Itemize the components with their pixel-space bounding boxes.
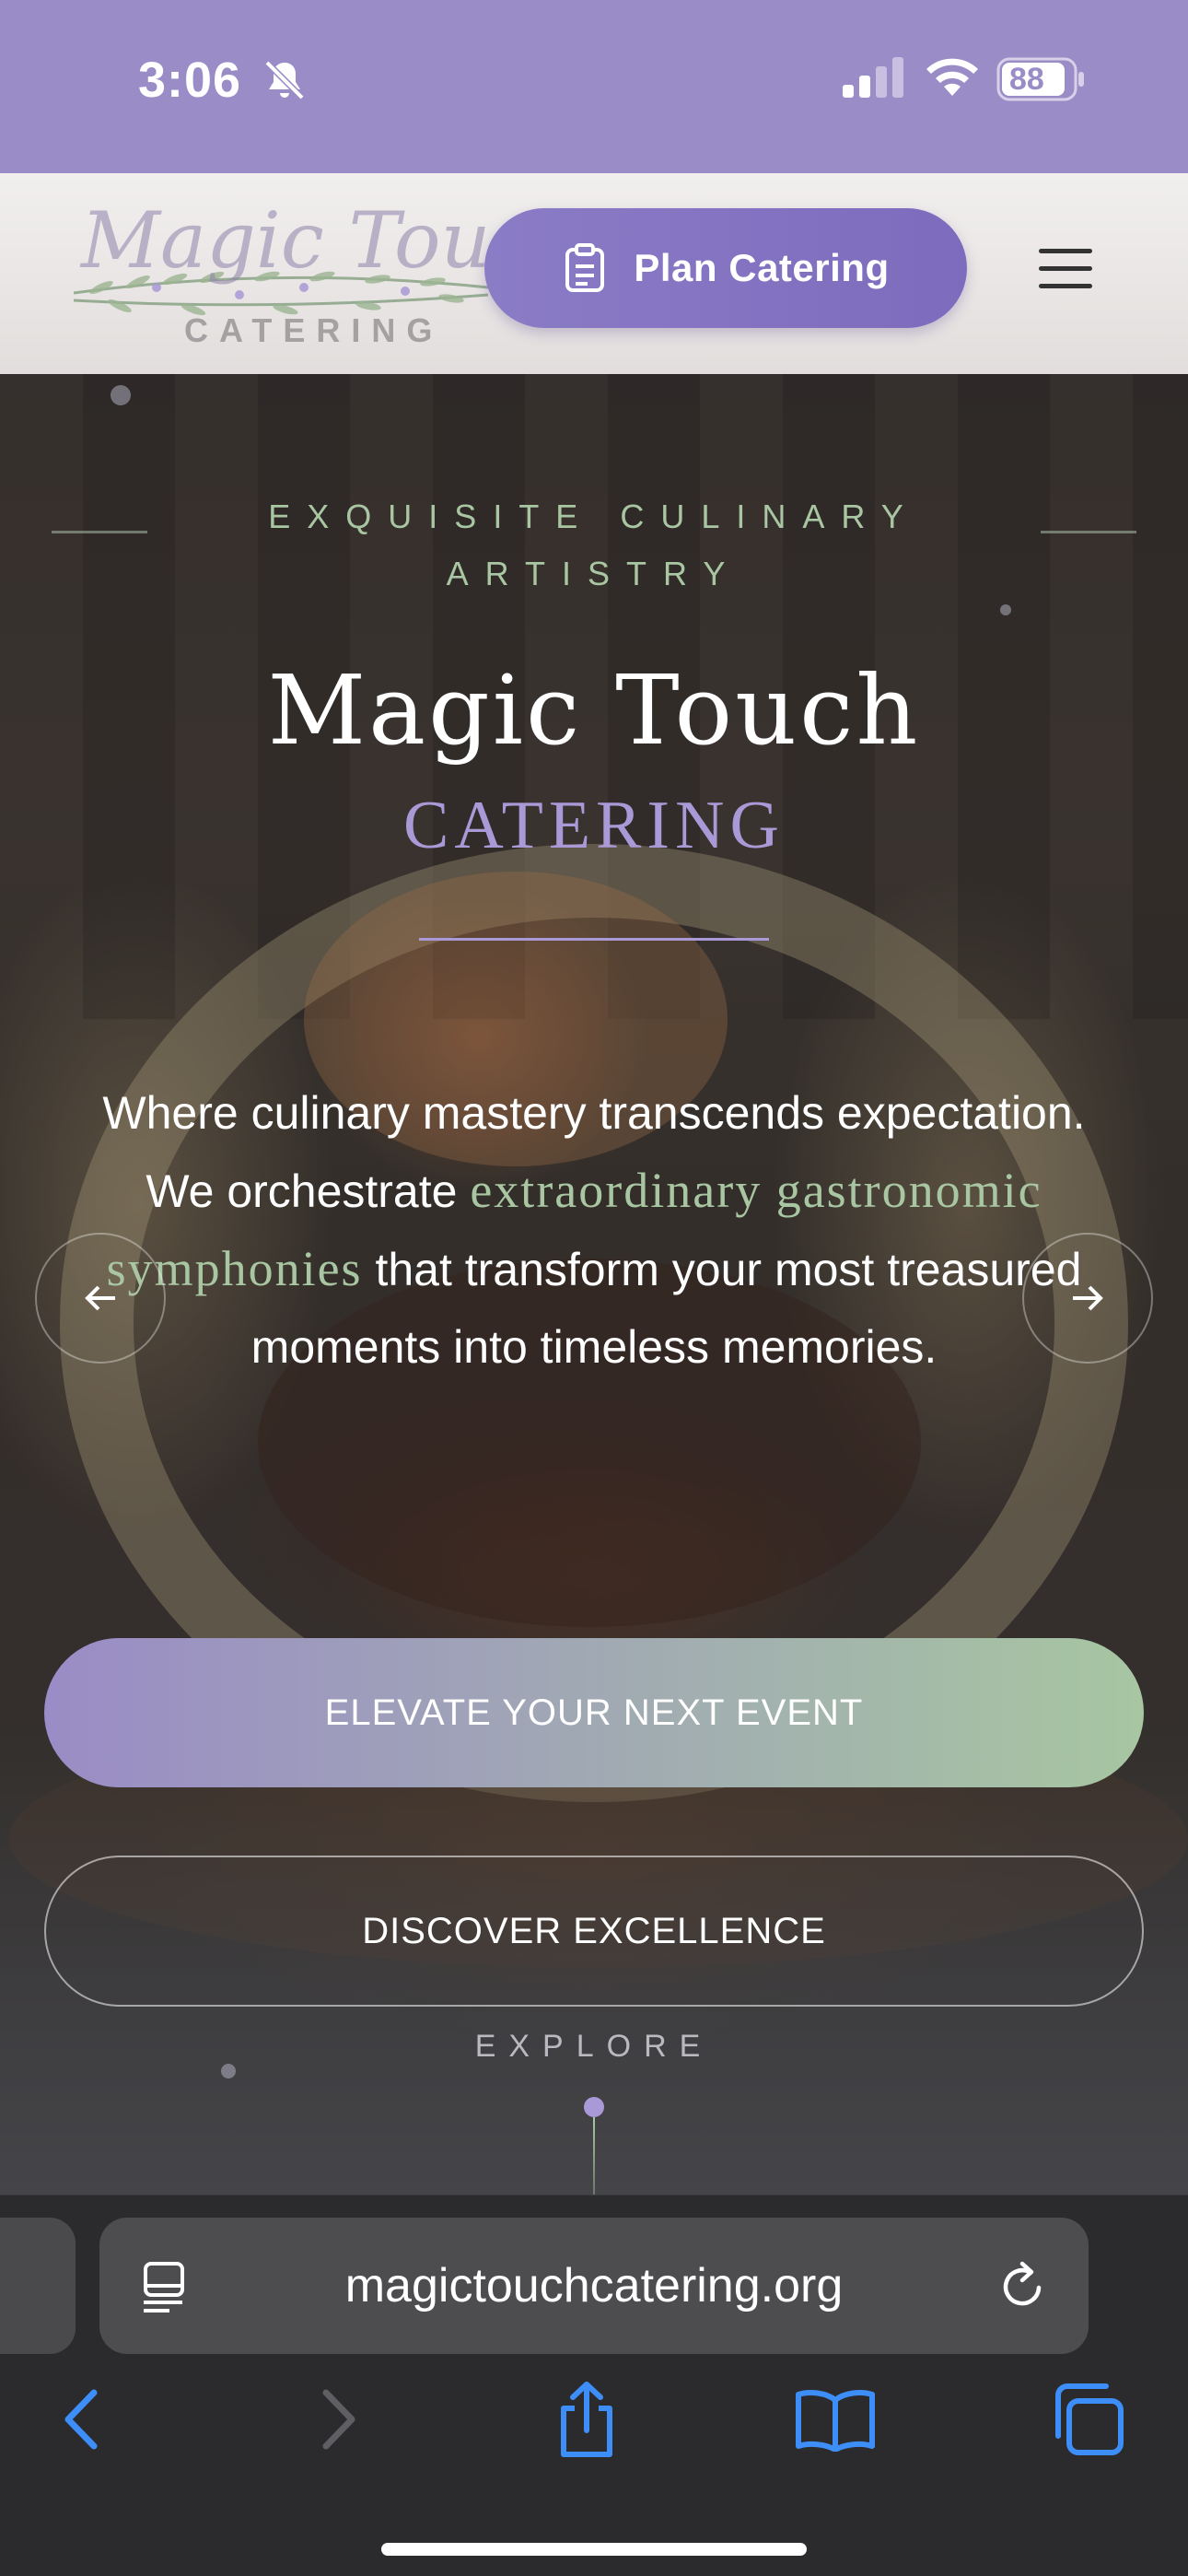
signal-icon bbox=[843, 57, 903, 98]
battery-icon: 88 bbox=[996, 57, 1087, 101]
forward-button[interactable] bbox=[311, 2381, 367, 2458]
title-divider bbox=[419, 938, 769, 941]
clipboard-icon bbox=[565, 243, 605, 292]
tabs-icon bbox=[1055, 2383, 1124, 2455]
back-button[interactable] bbox=[53, 2381, 109, 2458]
home-indicator[interactable] bbox=[381, 2543, 807, 2556]
tabs-button[interactable] bbox=[1048, 2381, 1125, 2458]
plan-catering-button[interactable]: Plan Catering bbox=[484, 208, 967, 328]
previous-tab-peek[interactable] bbox=[0, 2218, 76, 2354]
hero-subtitle: CATERING bbox=[403, 788, 785, 863]
kicker-line-right bbox=[1041, 531, 1136, 533]
wifi-icon bbox=[926, 58, 978, 96]
arrow-right-icon bbox=[1073, 1285, 1103, 1311]
status-bar: 3:06 88 bbox=[0, 0, 1188, 173]
scroll-indicator-dot bbox=[584, 2097, 604, 2117]
scroll-indicator-line bbox=[593, 2117, 595, 2195]
site-header: Magic Touch CATERING Plan Catering bbox=[0, 173, 1188, 374]
hero-kicker: EXQUISITE CULINARY ARTISTRY bbox=[268, 498, 920, 592]
description-text-end: that transform your most treasured momen… bbox=[250, 1244, 1082, 1373]
carousel-prev-button[interactable] bbox=[35, 1233, 166, 1364]
url-text: magictouchcatering.org bbox=[344, 2259, 844, 2313]
bookmarks-icon bbox=[796, 2390, 875, 2452]
plan-catering-label: Plan Catering bbox=[634, 246, 890, 289]
decor-dot bbox=[221, 2064, 236, 2078]
bookmarks-button[interactable] bbox=[794, 2381, 877, 2458]
decor-dot bbox=[111, 385, 131, 405]
decor-dot bbox=[1000, 604, 1011, 615]
logo-subtext: CATERING bbox=[184, 311, 444, 349]
status-time: 3:06 bbox=[138, 53, 242, 108]
battery-level: 88 bbox=[1009, 62, 1044, 97]
hamburger-menu-icon[interactable] bbox=[1039, 249, 1092, 289]
share-icon bbox=[561, 2382, 612, 2457]
forward-icon bbox=[322, 2389, 355, 2450]
hero-section: EXQUISITE CULINARY ARTISTRY Magic Touch … bbox=[0, 374, 1188, 2195]
logo[interactable]: Magic Touch CATERING bbox=[64, 192, 584, 356]
bell-slash-icon bbox=[264, 60, 305, 100]
carousel-next-button[interactable] bbox=[1022, 1233, 1153, 1364]
hero-description: Where culinary mastery transcends expect… bbox=[64, 1074, 1124, 1386]
back-icon bbox=[64, 2389, 98, 2450]
explore-label[interactable]: EXPLORE bbox=[0, 2029, 1188, 2065]
arrow-left-icon bbox=[85, 1285, 115, 1311]
address-bar[interactable]: magictouchcatering.org bbox=[99, 2218, 1089, 2354]
reload-icon[interactable] bbox=[996, 2258, 1048, 2313]
elevate-event-button[interactable]: ELEVATE YOUR NEXT EVENT bbox=[44, 1638, 1144, 1787]
hero-title: Magic Touch bbox=[267, 654, 921, 767]
share-button[interactable] bbox=[553, 2381, 621, 2458]
kicker-line-left bbox=[52, 531, 147, 533]
discover-excellence-button[interactable]: DISCOVER EXCELLENCE bbox=[44, 1856, 1144, 2007]
